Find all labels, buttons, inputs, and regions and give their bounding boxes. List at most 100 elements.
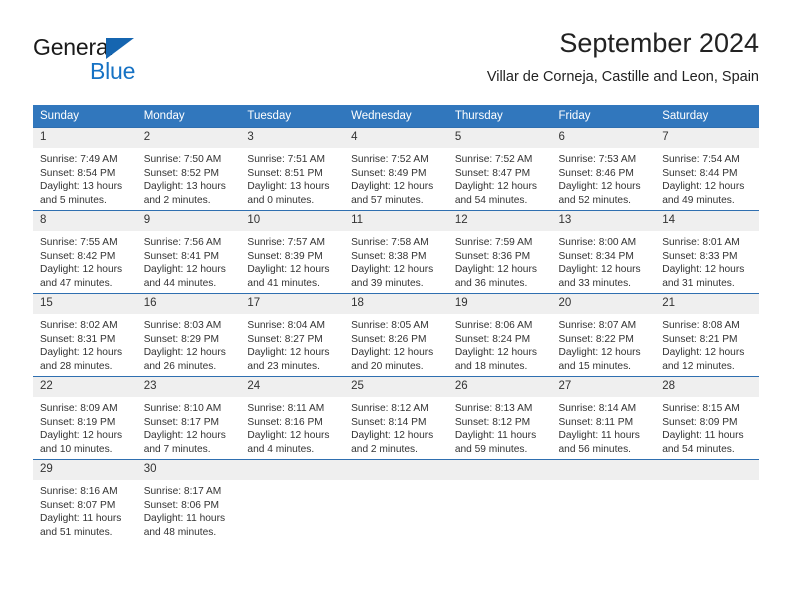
sunset-text: Sunset: 8:36 PM — [454, 250, 531, 262]
calendar-day-cell[interactable]: 14 Sunrise: 8:01 AM Sunset: 8:33 PM Dayligh… — [655, 210, 759, 294]
calendar-day-cell[interactable]: 23 Sunrise: 8:10 AM Sunset: 8:17 PM Dayligh… — [136, 376, 241, 460]
sunset-text: Sunset: 8:49 PM — [351, 167, 427, 179]
sunrise-text: Sunrise: 8:06 AM — [454, 320, 533, 331]
calendar-day-cell[interactable]: 30 Sunrise: 8:17 AM Sunset: 8:06 PM Dayligh… — [136, 459, 241, 542]
day-number: 19 — [447, 294, 552, 314]
weekday-header-sunday: Sunday — [33, 105, 137, 128]
sunrise-text: Sunrise: 8:07 AM — [558, 320, 637, 331]
calendar-day-cell[interactable]: 12 Sunrise: 7:59 AM Sunset: 8:36 PM Dayligh… — [447, 210, 552, 294]
sunset-text: Sunset: 8:33 PM — [662, 250, 738, 262]
calendar-day-cell[interactable]: 17 Sunrise: 8:04 AM Sunset: 8:27 PM Dayligh… — [240, 293, 345, 377]
day-details: Sunrise: 8:10 AM Sunset: 8:17 PM Daylight:… — [137, 397, 241, 456]
day-number: 5 — [447, 128, 552, 148]
calendar-day-cell[interactable]: 6 Sunrise: 7:53 AM Sunset: 8:46 PM Daylight… — [551, 127, 656, 211]
sunrise-text: Sunrise: 8:05 AM — [351, 320, 429, 331]
day-number: 8 — [33, 211, 137, 231]
sunrise-text: Sunrise: 8:11 AM — [247, 403, 325, 414]
sunrise-text: Sunrise: 7:57 AM — [247, 237, 325, 248]
calendar-day-cell[interactable]: 15 Sunrise: 8:02 AM Sunset: 8:31 PM Dayligh… — [33, 293, 137, 377]
calendar-week-row: 15 Sunrise: 8:02 AM Sunset: 8:31 PM Dayligh… — [33, 293, 759, 377]
calendar-day-cell[interactable]: 10 Sunrise: 7:57 AM Sunset: 8:39 PM Dayligh… — [240, 210, 345, 294]
calendar-body: 1 Sunrise: 7:49 AM Sunset: 8:54 PM Daylight… — [33, 127, 759, 542]
daylight-text: Daylight: 12 hours and 47 minutes. — [40, 264, 123, 289]
day-details: Sunrise: 8:02 AM Sunset: 8:31 PM Daylight:… — [33, 314, 137, 373]
calendar-day-cell[interactable]: 26 Sunrise: 8:13 AM Sunset: 8:12 PM Dayligh… — [447, 376, 552, 460]
day-number: 17 — [240, 294, 345, 314]
day-details: Sunrise: 7:56 AM Sunset: 8:41 PM Daylight:… — [137, 231, 241, 290]
calendar-header-row: Sunday Monday Tuesday Wednesday Thursday… — [33, 105, 759, 128]
calendar-empty-cell — [655, 459, 759, 542]
calendar-day-cell[interactable]: 21 Sunrise: 8:08 AM Sunset: 8:21 PM Dayligh… — [655, 293, 759, 377]
daylight-text: Daylight: 12 hours and 23 minutes. — [247, 347, 330, 372]
daylight-text: Daylight: 12 hours and 49 minutes. — [662, 181, 745, 206]
sunset-text: Sunset: 8:12 PM — [454, 416, 531, 428]
sunrise-text: Sunrise: 8:02 AM — [40, 320, 118, 331]
daylight-text: Daylight: 12 hours and 52 minutes. — [558, 181, 641, 206]
calendar-day-cell[interactable]: 1 Sunrise: 7:49 AM Sunset: 8:54 PM Daylight… — [33, 127, 137, 211]
day-number — [551, 460, 656, 480]
day-number: 10 — [240, 211, 345, 231]
sunrise-text: Sunrise: 7:50 AM — [143, 154, 222, 165]
sunset-text: Sunset: 8:31 PM — [40, 333, 116, 345]
calendar-day-cell[interactable]: 19 Sunrise: 8:06 AM Sunset: 8:24 PM Dayligh… — [447, 293, 552, 377]
calendar-day-cell[interactable]: 8 Sunrise: 7:55 AM Sunset: 8:42 PM Daylight… — [33, 210, 137, 294]
calendar-day-cell[interactable]: 9 Sunrise: 7:56 AM Sunset: 8:41 PM Daylight… — [136, 210, 241, 294]
day-number: 18 — [344, 294, 448, 314]
sunset-text: Sunset: 8:07 PM — [40, 499, 116, 511]
day-number: 27 — [551, 377, 656, 397]
daylight-text: Daylight: 12 hours and 12 minutes. — [662, 347, 745, 372]
sunset-text: Sunset: 8:19 PM — [40, 416, 116, 428]
sunrise-text: Sunrise: 7:49 AM — [40, 154, 118, 165]
daylight-text: Daylight: 11 hours and 54 minutes. — [662, 430, 744, 455]
calendar-day-cell[interactable]: 5 Sunrise: 7:52 AM Sunset: 8:47 PM Daylight… — [447, 127, 552, 211]
day-number: 6 — [551, 128, 656, 148]
calendar-day-cell[interactable]: 28 Sunrise: 8:15 AM Sunset: 8:09 PM Dayligh… — [655, 376, 759, 460]
sunset-text: Sunset: 8:44 PM — [662, 167, 738, 179]
day-number: 3 — [240, 128, 345, 148]
calendar-day-cell[interactable]: 24 Sunrise: 8:11 AM Sunset: 8:16 PM Dayligh… — [240, 376, 345, 460]
day-number: 21 — [655, 294, 759, 314]
calendar-empty-cell — [344, 459, 448, 542]
calendar-empty-cell — [240, 459, 345, 542]
day-number: 11 — [344, 211, 448, 231]
day-number: 7 — [655, 128, 759, 148]
weekday-header-thursday: Thursday — [447, 105, 552, 128]
day-number: 1 — [33, 128, 137, 148]
daylight-text: Daylight: 12 hours and 44 minutes. — [143, 264, 226, 289]
calendar-day-cell[interactable]: 2 Sunrise: 7:50 AM Sunset: 8:52 PM Daylight… — [136, 127, 241, 211]
day-number — [447, 460, 552, 480]
daylight-text: Daylight: 12 hours and 28 minutes. — [40, 347, 123, 372]
day-details: Sunrise: 8:16 AM Sunset: 8:07 PM Daylight:… — [33, 480, 137, 539]
daylight-text: Daylight: 12 hours and 15 minutes. — [558, 347, 641, 372]
calendar-week-row: 29 Sunrise: 8:16 AM Sunset: 8:07 PM Dayligh… — [33, 459, 759, 542]
daylight-text: Daylight: 12 hours and 41 minutes. — [247, 264, 330, 289]
calendar-day-cell[interactable]: 7 Sunrise: 7:54 AM Sunset: 8:44 PM Daylight… — [655, 127, 759, 211]
day-details: Sunrise: 7:51 AM Sunset: 8:51 PM Daylight:… — [240, 148, 344, 207]
sunrise-text: Sunrise: 7:58 AM — [351, 237, 429, 248]
calendar-day-cell[interactable]: 18 Sunrise: 8:05 AM Sunset: 8:26 PM Dayligh… — [344, 293, 448, 377]
day-number: 20 — [551, 294, 656, 314]
page-title: September 2024 — [559, 28, 759, 58]
calendar-day-cell[interactable]: 16 Sunrise: 8:03 AM Sunset: 8:29 PM Dayligh… — [136, 293, 241, 377]
day-details: Sunrise: 8:06 AM Sunset: 8:24 PM Daylight:… — [448, 314, 552, 373]
page-header: General Blue September 2024 Villar de Co… — [33, 26, 759, 98]
calendar-page: General Blue September 2024 Villar de Co… — [0, 0, 792, 612]
sunrise-text: Sunrise: 8:08 AM — [662, 320, 740, 331]
day-number — [655, 460, 759, 480]
sunrise-text: Sunrise: 8:00 AM — [558, 237, 637, 248]
calendar-day-cell[interactable]: 22 Sunrise: 8:09 AM Sunset: 8:19 PM Dayligh… — [33, 376, 137, 460]
sunset-text: Sunset: 8:34 PM — [558, 250, 634, 262]
day-details: Sunrise: 7:57 AM Sunset: 8:39 PM Daylight:… — [240, 231, 344, 290]
day-number: 22 — [33, 377, 137, 397]
calendar-day-cell[interactable]: 20 Sunrise: 8:07 AM Sunset: 8:22 PM Dayligh… — [551, 293, 656, 377]
calendar-day-cell[interactable]: 4 Sunrise: 7:52 AM Sunset: 8:49 PM Daylight… — [344, 127, 448, 211]
calendar-day-cell[interactable]: 11 Sunrise: 7:58 AM Sunset: 8:38 PM Dayligh… — [344, 210, 448, 294]
calendar-day-cell[interactable]: 27 Sunrise: 8:14 AM Sunset: 8:11 PM Dayligh… — [551, 376, 656, 460]
calendar-day-cell[interactable]: 25 Sunrise: 8:12 AM Sunset: 8:14 PM Dayligh… — [344, 376, 448, 460]
calendar-day-cell[interactable]: 29 Sunrise: 8:16 AM Sunset: 8:07 PM Dayligh… — [33, 459, 137, 542]
calendar-day-cell[interactable]: 13 Sunrise: 8:00 AM Sunset: 8:34 PM Dayligh… — [551, 210, 656, 294]
day-number: 24 — [240, 377, 345, 397]
calendar-day-cell[interactable]: 3 Sunrise: 7:51 AM Sunset: 8:51 PM Daylight… — [240, 127, 345, 211]
day-number: 30 — [136, 460, 241, 480]
calendar-week-row: 1 Sunrise: 7:49 AM Sunset: 8:54 PM Daylight… — [33, 127, 759, 211]
